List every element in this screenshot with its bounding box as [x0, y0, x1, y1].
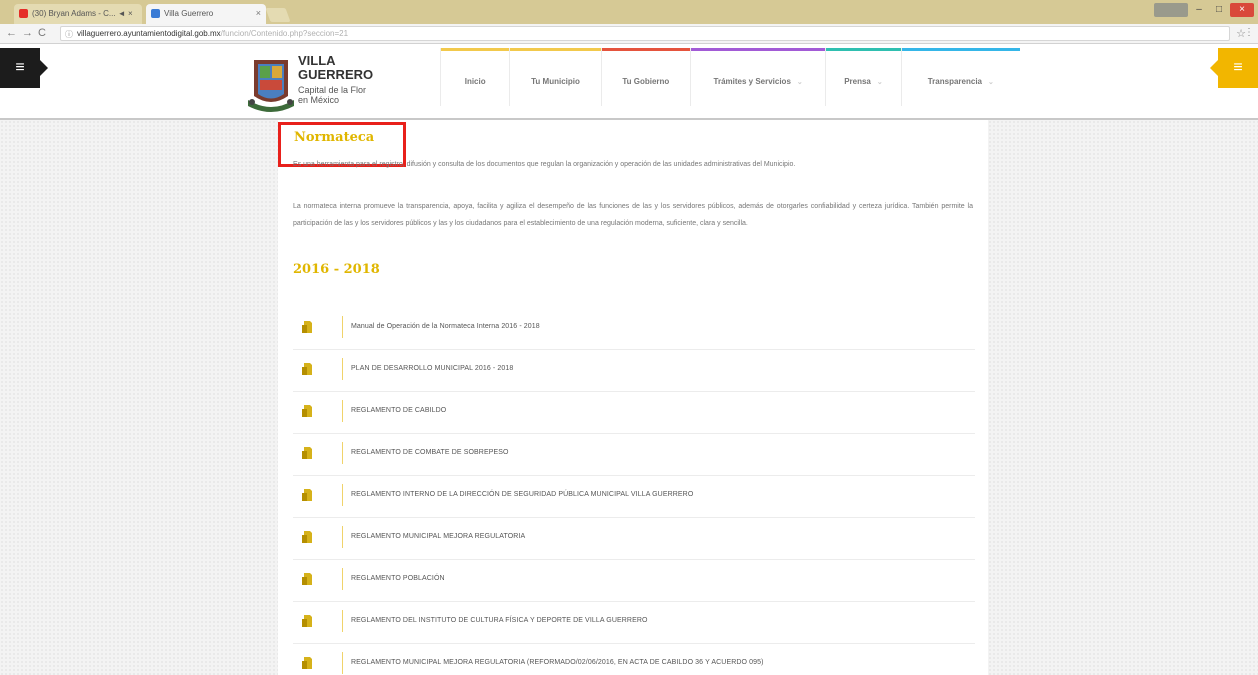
document-link[interactable]: REGLAMENTO DE CABILDO: [351, 407, 446, 414]
nav-inicio[interactable]: Inicio: [440, 48, 510, 106]
period-heading: 2016 - 2018: [293, 262, 380, 277]
url-path: /funcion/Contenido.php?seccion=21: [220, 29, 349, 38]
chevron-down-icon: ⌄: [876, 79, 883, 86]
document-link[interactable]: REGLAMENTO MUNICIPAL MEJORA REGULATORIA: [351, 533, 525, 540]
document-link[interactable]: PLAN DE DESARROLLO MUNICIPAL 2016 - 2018: [351, 365, 513, 372]
pdf-document-icon: [302, 447, 312, 459]
hamburger-menu-icon[interactable]: ≡: [0, 48, 48, 88]
main-content: Normateca Es una herramienta para el reg…: [278, 120, 988, 675]
site-favicon-icon: [151, 9, 160, 18]
info-icon[interactable]: ⓘ: [65, 29, 73, 40]
list-item[interactable]: REGLAMENTO DEL INSTITUTO DE CULTURA FÍSI…: [293, 602, 975, 644]
main-navigation: Inicio Tu Municipio Tu Gobierno Trámites…: [440, 48, 1020, 106]
pdf-document-icon: [302, 573, 312, 585]
document-link[interactable]: Manual de Operación de la Normateca Inte…: [351, 323, 540, 330]
pdf-document-icon: [302, 363, 312, 375]
pdf-document-icon: [302, 321, 312, 333]
address-bar: ← → C ⓘ villaguerrero.ayuntamientodigita…: [0, 24, 1258, 44]
youtube-favicon-icon: [19, 9, 28, 18]
site-header: ≡ VILLA GUERRERO Capital de la Flor en M…: [0, 44, 1258, 120]
chevron-down-icon: ⌄: [796, 79, 803, 86]
municipal-logo[interactable]: [246, 52, 296, 112]
logo-subtitle: Capital de la Flor en México: [298, 85, 367, 105]
nav-tu-gobierno[interactable]: Tu Gobierno: [600, 48, 690, 106]
list-item[interactable]: REGLAMENTO DE CABILDO: [293, 392, 975, 434]
close-window-icon[interactable]: ×: [1230, 3, 1254, 17]
list-item[interactable]: REGLAMENTO POBLACIÓN: [293, 560, 975, 602]
list-item[interactable]: Manual de Operación de la Normateca Inte…: [293, 308, 975, 350]
browser-menu-icon[interactable]: ⋮: [1244, 27, 1254, 38]
list-item[interactable]: REGLAMENTO MUNICIPAL MEJORA REGULATORIA …: [293, 644, 975, 675]
nav-tu-municipio[interactable]: Tu Municipio: [509, 48, 601, 106]
tab-label: (30) Bryan Adams - C... ◄ ×: [32, 9, 133, 18]
web-page: ≡ VILLA GUERRERO Capital de la Flor en M…: [0, 44, 1258, 675]
document-link[interactable]: REGLAMENTO POBLACIÓN: [351, 575, 445, 582]
pdf-document-icon: [302, 405, 312, 417]
nav-transparencia[interactable]: Transparencia ⌄: [900, 48, 1020, 106]
forward-arrow-icon[interactable]: →: [22, 27, 33, 39]
tab-label: Villa Guerrero: [164, 9, 214, 18]
list-item[interactable]: REGLAMENTO MUNICIPAL MEJORA REGULATORIA: [293, 518, 975, 560]
browser-tab-villa-guerrero[interactable]: Villa Guerrero ×: [146, 4, 266, 24]
chevron-down-icon: ⌄: [987, 79, 994, 86]
back-arrow-icon[interactable]: ←: [6, 27, 17, 39]
document-link[interactable]: REGLAMENTO INTERNO DE LA DIRECCIÓN DE SE…: [351, 491, 693, 498]
document-link[interactable]: REGLAMENTO DEL INSTITUTO DE CULTURA FÍSI…: [351, 617, 648, 624]
reload-icon[interactable]: C: [38, 27, 46, 39]
right-menu-icon[interactable]: ≡: [1210, 48, 1258, 88]
description-paragraph: La normateca interna promueve la transpa…: [293, 203, 973, 227]
pdf-document-icon: [302, 615, 312, 627]
intro-paragraph: Es una herramienta para el registro, dif…: [293, 161, 796, 168]
user-profile-button[interactable]: [1154, 3, 1188, 17]
url-input[interactable]: ⓘ villaguerrero.ayuntamientodigital.gob.…: [60, 26, 1230, 41]
document-link[interactable]: REGLAMENTO DE COMBATE DE SOBREPESO: [351, 449, 509, 456]
document-list: Manual de Operación de la Normateca Inte…: [293, 308, 975, 675]
maximize-icon[interactable]: □: [1210, 3, 1228, 17]
logo-title: VILLA GUERRERO: [298, 53, 374, 82]
list-item[interactable]: PLAN DE DESARROLLO MUNICIPAL 2016 - 2018: [293, 350, 975, 392]
close-tab-icon[interactable]: ×: [256, 8, 261, 18]
browser-tab-strip: (30) Bryan Adams - C... ◄ × Villa Guerre…: [0, 0, 1258, 24]
list-item[interactable]: REGLAMENTO INTERNO DE LA DIRECCIÓN DE SE…: [293, 476, 975, 518]
pdf-document-icon: [302, 657, 312, 669]
browser-tab-youtube[interactable]: (30) Bryan Adams - C... ◄ ×: [14, 4, 142, 24]
pdf-document-icon: [302, 531, 312, 543]
document-link[interactable]: REGLAMENTO MUNICIPAL MEJORA REGULATORIA …: [351, 659, 764, 666]
pdf-document-icon: [302, 489, 312, 501]
nav-tramites-servicios[interactable]: Trámites y Servicios ⌄: [689, 48, 826, 106]
nav-prensa[interactable]: Prensa ⌄: [825, 48, 901, 106]
window-controls: – □ ×: [1154, 3, 1254, 19]
new-tab-button[interactable]: [265, 8, 291, 22]
minimize-icon[interactable]: –: [1190, 3, 1208, 17]
url-domain: villaguerrero.ayuntamientodigital.gob.mx: [77, 29, 221, 38]
list-item[interactable]: REGLAMENTO DE COMBATE DE SOBREPESO: [293, 434, 975, 476]
